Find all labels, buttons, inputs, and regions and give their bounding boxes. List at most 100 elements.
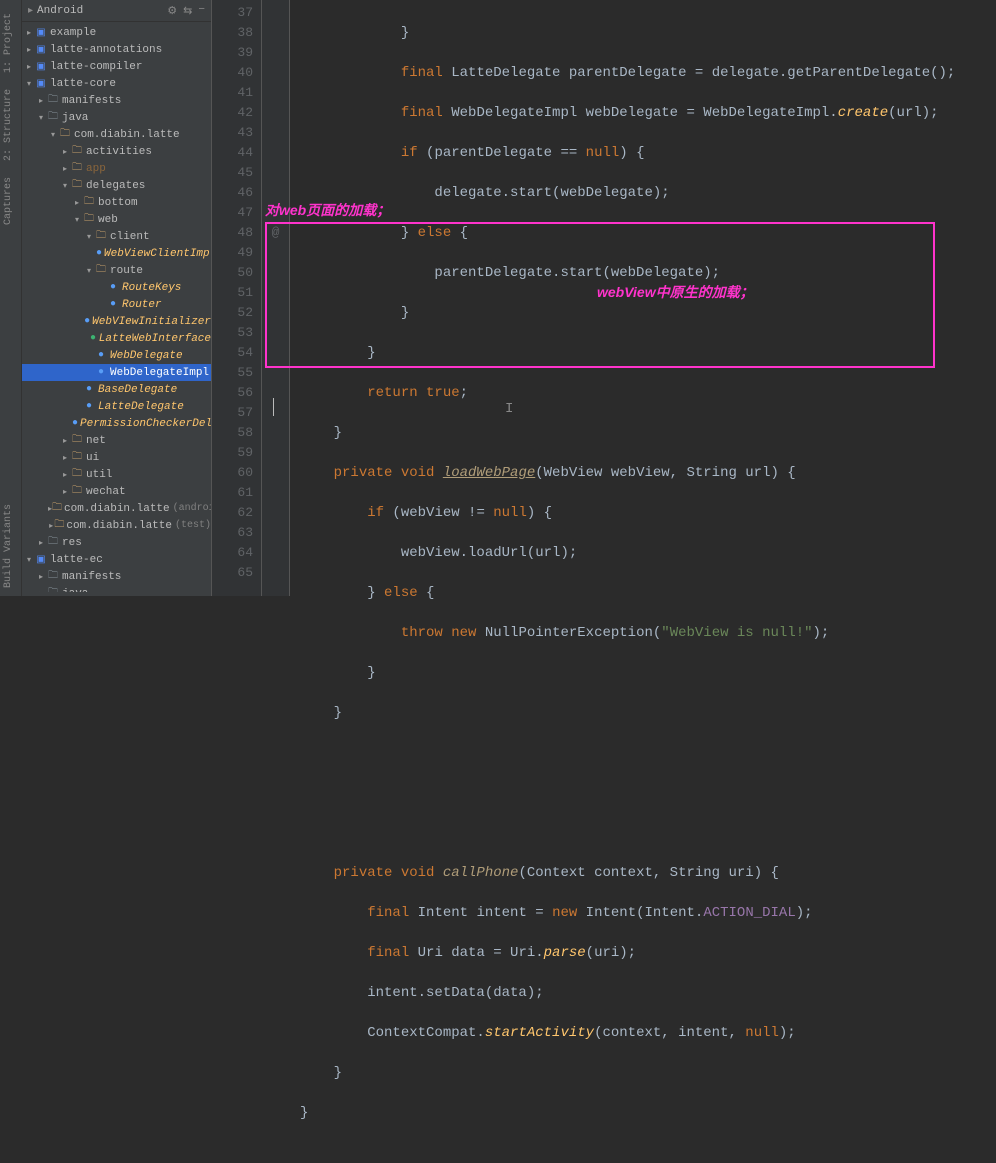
project-tree: ▸▣example ▸▣latte-annotations ▸▣latte-co… bbox=[22, 22, 211, 592]
annotation-text-1: 对web页面的加载； bbox=[265, 200, 390, 220]
tree-node[interactable]: ▸🗀java bbox=[22, 585, 211, 592]
line-number: 44 bbox=[212, 143, 253, 163]
tree-node[interactable]: WebDelegate bbox=[22, 347, 211, 364]
project-title: Android bbox=[37, 5, 83, 17]
tab-captures[interactable]: Captures bbox=[0, 169, 21, 233]
ibeam-icon: I bbox=[505, 401, 513, 417]
tree-node[interactable]: ▾🗀web bbox=[22, 211, 211, 228]
line-number: 53 bbox=[212, 323, 253, 343]
line-number: 38 bbox=[212, 23, 253, 43]
gutter-marks: @ bbox=[262, 0, 290, 596]
tree-node[interactable]: ▸🗀net bbox=[22, 432, 211, 449]
code-line: } bbox=[300, 663, 996, 683]
tree-node[interactable]: ▸▣latte-annotations bbox=[22, 41, 211, 58]
tree-node-selected[interactable]: WebDelegateImpl bbox=[22, 364, 211, 381]
line-number: 57 bbox=[212, 403, 253, 423]
line-number: 54 bbox=[212, 343, 253, 363]
code-line: ContextCompat.startActivity(context, int… bbox=[300, 1023, 996, 1043]
tree-node[interactable]: ▾▣latte-core bbox=[22, 75, 211, 92]
code-line: } else { bbox=[300, 223, 996, 243]
tree-node[interactable]: ▸🗀app bbox=[22, 160, 211, 177]
tree-node[interactable]: ▸🗀res bbox=[22, 534, 211, 551]
tab-project[interactable]: 1: Project bbox=[0, 5, 21, 81]
text-cursor bbox=[273, 398, 274, 416]
tree-node[interactable]: ▾🗀client bbox=[22, 228, 211, 245]
project-panel: ▸ Android ⚙ ⇆ − ▸▣example ▸▣latte-annota… bbox=[22, 0, 212, 596]
code-line: webView.loadUrl(url); bbox=[300, 543, 996, 563]
line-number: 50 bbox=[212, 263, 253, 283]
tree-node[interactable]: ▸▣latte-compiler bbox=[22, 58, 211, 75]
line-number: 63 bbox=[212, 523, 253, 543]
tree-node[interactable]: ▸🗀com.diabin.latte(androidTest) bbox=[22, 500, 211, 517]
code-line: } bbox=[300, 703, 996, 723]
tree-node[interactable]: ▸🗀manifests bbox=[22, 568, 211, 585]
line-number: 59 bbox=[212, 443, 253, 463]
hide-icon[interactable]: − bbox=[198, 4, 205, 18]
code-line: return true; bbox=[300, 383, 996, 403]
line-number: 45 bbox=[212, 163, 253, 183]
tree-node[interactable]: ▾🗀java bbox=[22, 109, 211, 126]
tree-node[interactable]: ▾🗀com.diabin.latte bbox=[22, 126, 211, 143]
line-number: 46 bbox=[212, 183, 253, 203]
tree-node[interactable]: ▸🗀ui bbox=[22, 449, 211, 466]
line-number: 43 bbox=[212, 123, 253, 143]
tree-node[interactable]: Router bbox=[22, 296, 211, 313]
tree-node[interactable]: ▸▣example bbox=[22, 24, 211, 41]
line-number: 37 bbox=[212, 3, 253, 23]
tree-node[interactable]: WebVIewInitializer bbox=[22, 313, 211, 330]
line-number: 58 bbox=[212, 423, 253, 443]
line-number: 39 bbox=[212, 43, 253, 63]
tree-node[interactable]: ▸🗀bottom bbox=[22, 194, 211, 211]
code-line: } bbox=[300, 23, 996, 43]
line-number: 60 bbox=[212, 463, 253, 483]
code-line: } bbox=[300, 1103, 996, 1123]
line-number: 64 bbox=[212, 543, 253, 563]
tree-node[interactable]: RouteKeys bbox=[22, 279, 211, 296]
code-line bbox=[300, 823, 996, 843]
tree-node[interactable]: WebViewClientImpl bbox=[22, 245, 211, 262]
code-line: } bbox=[300, 423, 996, 443]
code-line: private void loadWebPage(WebView webView… bbox=[300, 463, 996, 483]
tree-node[interactable]: ▸🗀util bbox=[22, 466, 211, 483]
code-line bbox=[300, 743, 996, 763]
line-number: 52 bbox=[212, 303, 253, 323]
code-line: } bbox=[300, 1063, 996, 1083]
line-number: 62 bbox=[212, 503, 253, 523]
line-gutter: 37 38 39 40 41 42 43 44 45 46 47 48 49 5… bbox=[212, 0, 262, 596]
tree-node[interactable]: ▸🗀com.diabin.latte(test) bbox=[22, 517, 211, 534]
line-number: 48 bbox=[212, 223, 253, 243]
tree-node[interactable]: BaseDelegate bbox=[22, 381, 211, 398]
line-number: 42 bbox=[212, 103, 253, 123]
tree-node[interactable]: ▸🗀wechat bbox=[22, 483, 211, 500]
code-line: } bbox=[300, 303, 996, 323]
line-number: 47 bbox=[212, 203, 253, 223]
gear-icon[interactable]: ⚙ bbox=[167, 4, 177, 18]
override-icon[interactable]: @ bbox=[262, 223, 289, 243]
line-number: 55 bbox=[212, 363, 253, 383]
tree-node[interactable]: LatteDelegate bbox=[22, 398, 211, 415]
project-header: ▸ Android ⚙ ⇆ − bbox=[22, 0, 211, 22]
split-icon[interactable]: ⇆ bbox=[183, 4, 192, 18]
tree-node[interactable]: ▾🗀delegates bbox=[22, 177, 211, 194]
tree-node[interactable]: LatteWebInterface bbox=[22, 330, 211, 347]
tab-build-variants[interactable]: Build Variants bbox=[0, 496, 21, 596]
code-line: final WebDelegateImpl webDelegate = WebD… bbox=[300, 103, 996, 123]
tree-node[interactable]: PermissionCheckerDelegate bbox=[22, 415, 211, 432]
line-number: 65 bbox=[212, 563, 253, 583]
tree-node[interactable]: ▾▣latte-ec bbox=[22, 551, 211, 568]
tree-node[interactable]: ▸🗀activities bbox=[22, 143, 211, 160]
code-line: if (webView != null) { bbox=[300, 503, 996, 523]
line-number: 61 bbox=[212, 483, 253, 503]
code-line: if (parentDelegate == null) { bbox=[300, 143, 996, 163]
dropdown-icon[interactable]: ▸ bbox=[28, 5, 33, 17]
code-line: throw new NullPointerException("WebView … bbox=[300, 623, 996, 643]
tab-structure[interactable]: 2: Structure bbox=[0, 81, 21, 169]
code-line: final LatteDelegate parentDelegate = del… bbox=[300, 63, 996, 83]
tree-node[interactable]: ▸🗀manifests bbox=[22, 92, 211, 109]
code-line: } bbox=[300, 343, 996, 363]
line-number: 56 bbox=[212, 383, 253, 403]
tree-node[interactable]: ▾🗀route bbox=[22, 262, 211, 279]
code-line: parentDelegate.start(webDelegate); bbox=[300, 263, 996, 283]
code-line bbox=[300, 783, 996, 803]
line-number: 40 bbox=[212, 63, 253, 83]
